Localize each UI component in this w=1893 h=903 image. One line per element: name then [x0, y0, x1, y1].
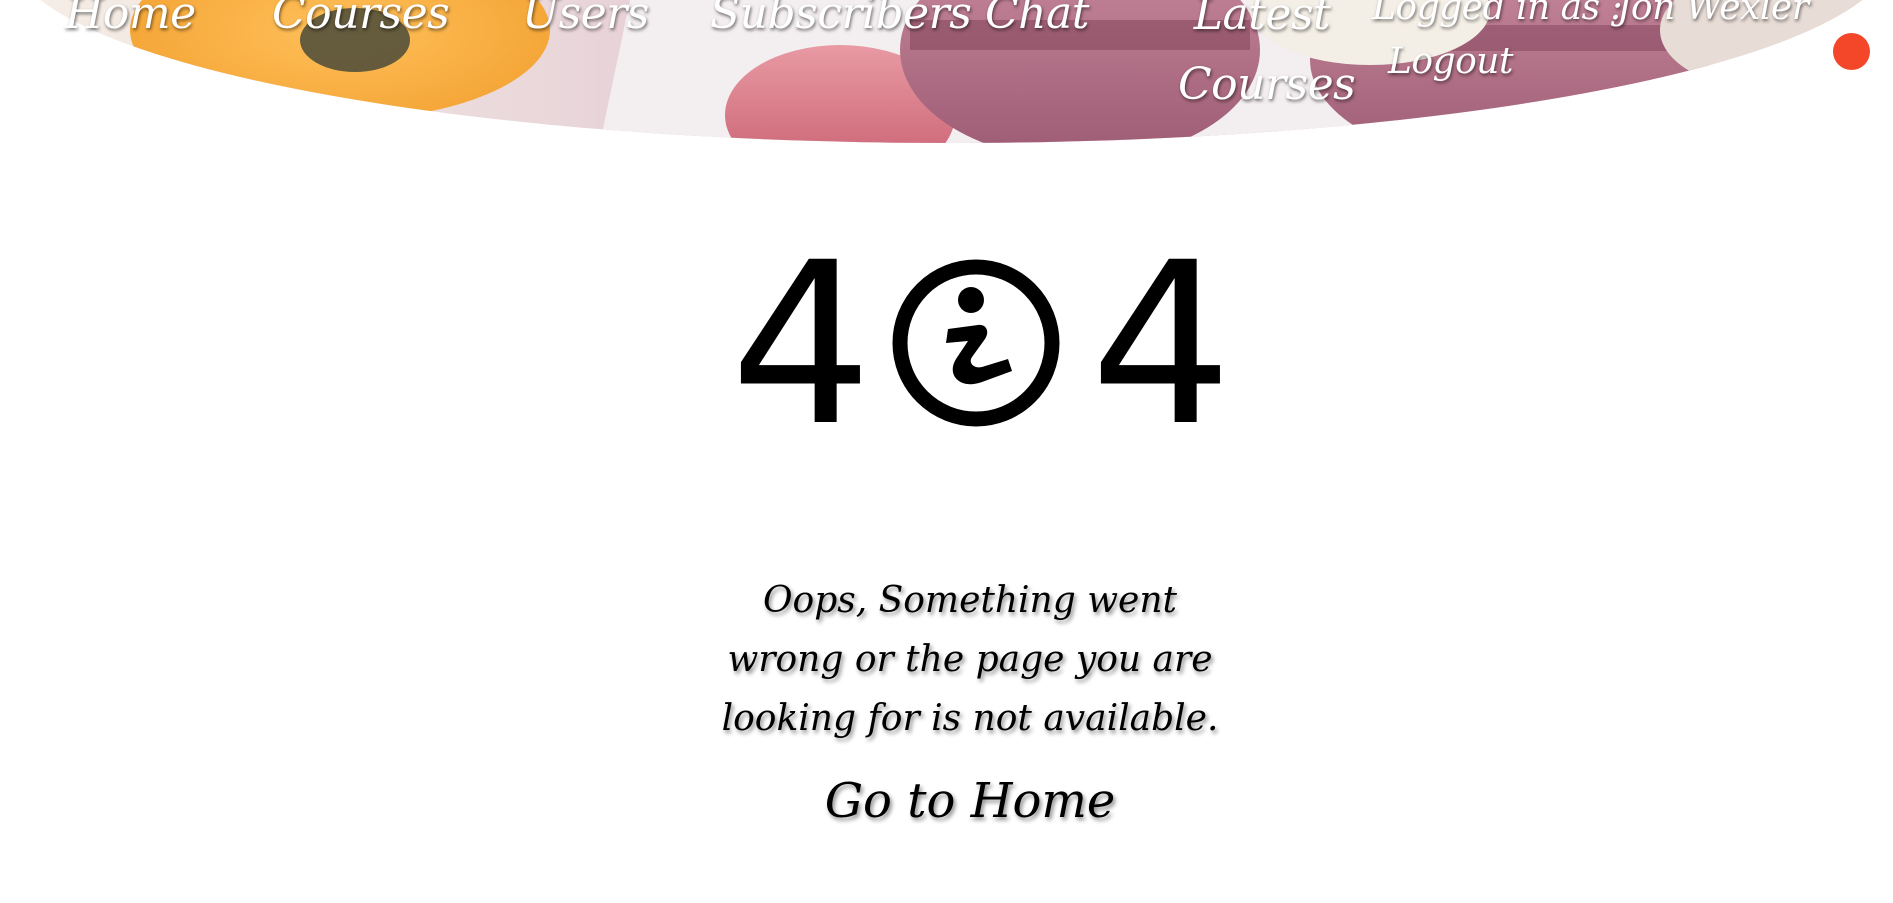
- logged-in-label: Logged in as :: [1372, 0, 1623, 28]
- error-code-digit-left: 4: [730, 214, 873, 475]
- go-to-home-link[interactable]: Go to Home: [820, 771, 1120, 831]
- nav-users-link[interactable]: Users: [522, 0, 649, 36]
- main-navigation: Home Courses Users Subscribers Chat Late…: [0, 0, 1893, 120]
- nav-latest-courses-link[interactable]: Latest Courses: [1178, 0, 1356, 120]
- nav-courses-link[interactable]: Courses: [272, 0, 450, 36]
- nav-home-link[interactable]: Home: [65, 0, 196, 36]
- info-circle-icon: [892, 259, 1060, 427]
- logout-link[interactable]: Logout: [1388, 44, 1513, 80]
- error-code: 4 4: [0, 214, 1893, 475]
- nav-subscribers-link[interactable]: Subscribers: [710, 0, 972, 36]
- nav-chat-link[interactable]: Chat: [985, 0, 1089, 36]
- error-message: Oops, Something went wrong or the page y…: [721, 580, 1219, 739]
- notification-dot-icon[interactable]: [1833, 33, 1870, 70]
- error-code-digit-right: 4: [1090, 214, 1233, 475]
- user-profile-link[interactable]: Jon Wexler: [1617, 0, 1809, 26]
